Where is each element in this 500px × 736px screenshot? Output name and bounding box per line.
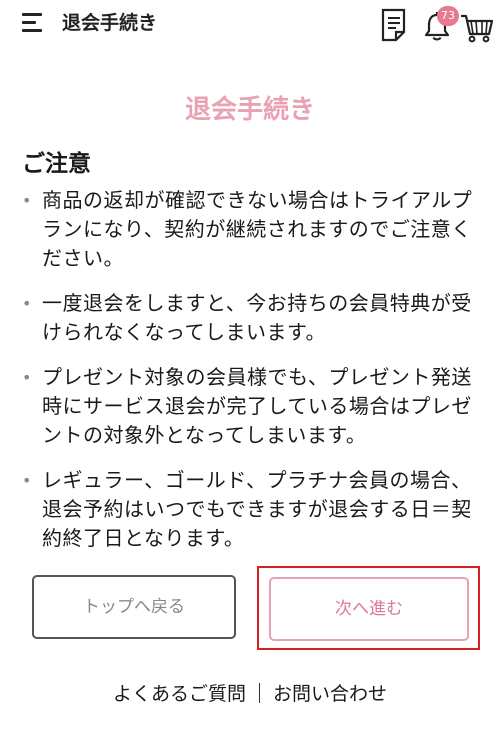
notice-item: • 一度退会をしますと、今お持ちの会員特典が受けられなくなってしまいます。 (22, 289, 480, 347)
notice-text: プレゼント対象の会員様でも、プレゼント発送時にサービス退会が完了している場合はプ… (42, 365, 472, 447)
notification-badge: 73 (437, 6, 459, 26)
notice-item: • プレゼント対象の会員様でも、プレゼント発送時にサービス退会が完了している場合… (22, 363, 480, 450)
notice-text: 一度退会をしますと、今お持ちの会員特典が受けられなくなってしまいます。 (42, 291, 472, 344)
bullet-icon: • (22, 368, 32, 387)
bullet-icon: • (22, 294, 32, 313)
bullet-icon: • (22, 191, 32, 210)
notice-item: • レギュラー、ゴールド、プラチナ会員の場合、退会予約はいつでもできますが退会す… (22, 466, 480, 553)
notice-text: レギュラー、ゴールド、プラチナ会員の場合、退会予約はいつでもできますが退会する日… (42, 468, 472, 550)
faq-link[interactable]: よくあるご質問 (113, 683, 246, 705)
bullet-icon: • (22, 471, 32, 490)
link-divider (259, 683, 260, 703)
app-header: 退会手続き 73 (0, 0, 500, 52)
notice-item: • 商品の返却が確認できない場合はトライアルプランになり、契約が継続されますので… (22, 186, 480, 273)
notice-list: • 商品の返却が確認できない場合はトライアルプランになり、契約が継続されますので… (22, 186, 480, 569)
header-title: 退会手続き (62, 12, 158, 34)
contact-link[interactable]: お問い合わせ (273, 683, 387, 705)
notice-text: 商品の返却が確認できない場合はトライアルプランになり、契約が継続されますのでご注… (42, 188, 473, 270)
document-icon[interactable] (380, 8, 410, 42)
footer-links: よくあるご質問 お問い合わせ (0, 680, 500, 708)
back-to-top-button[interactable]: トップへ戻る (32, 575, 236, 639)
menu-icon[interactable] (22, 13, 44, 33)
page: 退会手続き 73 退会手続き ご注意 • 商品の返却が確認できない場合はトライア… (0, 0, 500, 736)
notice-heading: ご注意 (22, 151, 91, 177)
next-button[interactable]: 次へ進む (269, 577, 469, 641)
page-title: 退会手続き (184, 95, 315, 125)
cart-icon[interactable] (459, 12, 495, 44)
